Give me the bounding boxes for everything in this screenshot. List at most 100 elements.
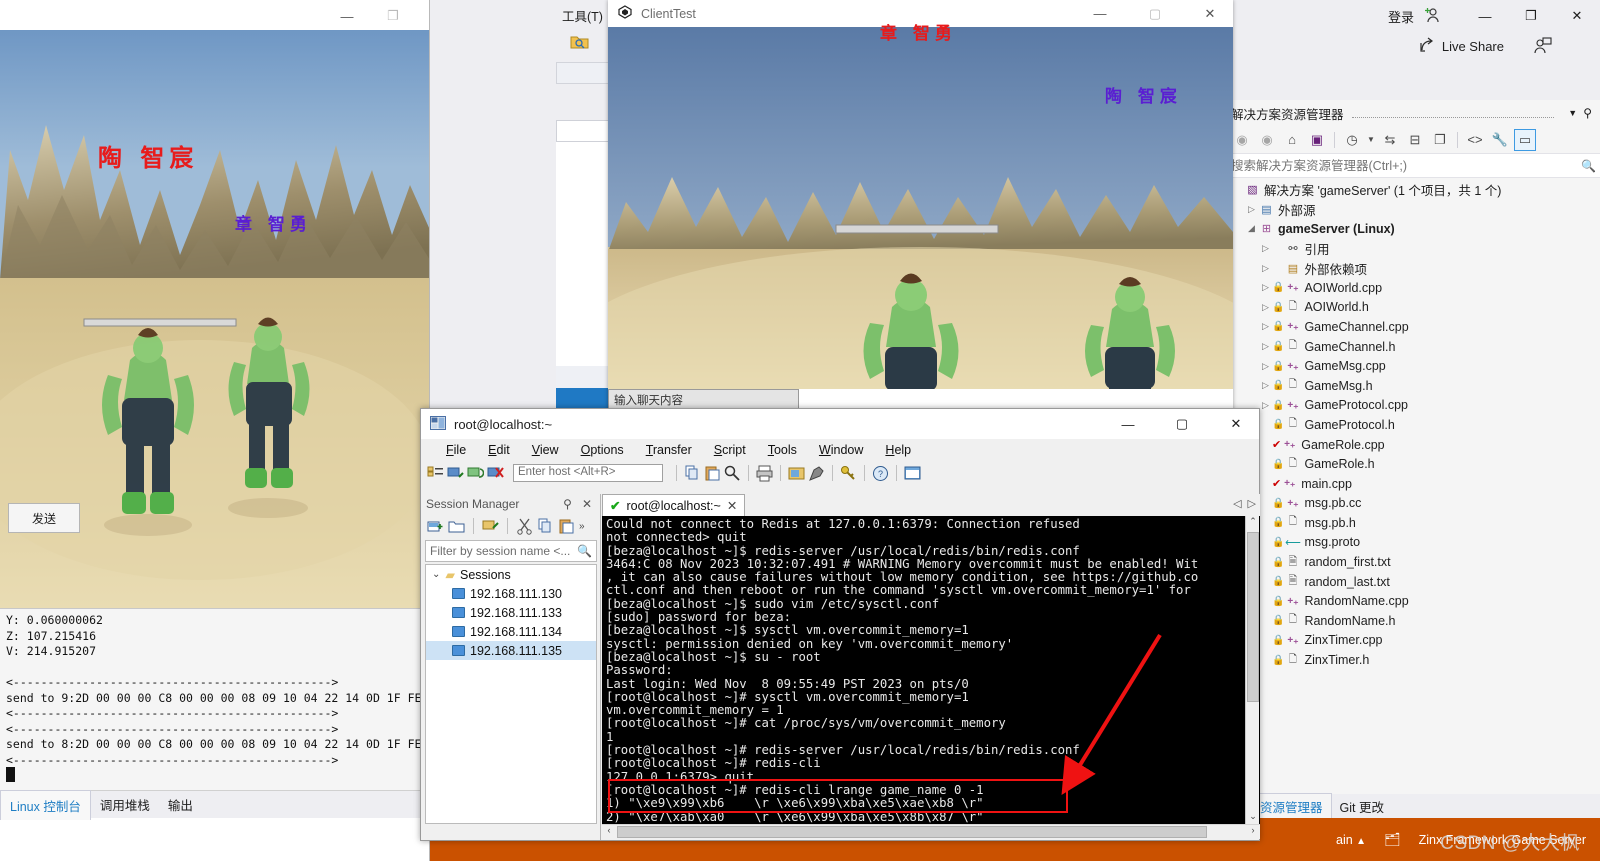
solution-tree-item[interactable]: 🔒 +₊ RandomName.cpp bbox=[1227, 591, 1600, 611]
session-folder-row[interactable]: ⌄ ▰ Sessions bbox=[426, 565, 596, 584]
more-icon[interactable]: » bbox=[579, 521, 585, 532]
solution-tree[interactable]: ▧ 解决方案 'gameServer' (1 个项目，共 1 个) ▷ ▤ 外部源 ◢ ⊞ g… bbox=[1227, 178, 1600, 670]
solution-tree-item[interactable]: ▷ 🔒 +₊ GameProtocol.cpp bbox=[1227, 396, 1600, 416]
scroll-left-icon[interactable]: ‹ bbox=[602, 825, 616, 838]
expand-twisty-icon[interactable]: ▷ bbox=[1259, 361, 1272, 372]
expand-twisty-icon[interactable]: ▷ bbox=[1245, 204, 1258, 215]
solution-tree-item[interactable]: ▷ 🔒 🗋 GameMsg.h bbox=[1227, 376, 1600, 396]
terminal-vertical-scrollbar[interactable]: ⌃ ⌄ bbox=[1245, 516, 1259, 825]
securecrt-menu-bar[interactable]: File Edit View Options Transfer Script Tools Wi… bbox=[421, 439, 1259, 461]
menu-item-options[interactable]: Options bbox=[570, 441, 635, 459]
search-input[interactable] bbox=[1231, 158, 1582, 173]
pin-icon[interactable]: ⚲ bbox=[1583, 106, 1596, 120]
expand-twisty-icon[interactable]: ⌄ bbox=[432, 569, 440, 580]
menu-item-tools[interactable]: Tools bbox=[757, 441, 808, 459]
add-to-source-control-icon[interactable]: 🗂 bbox=[1384, 832, 1401, 848]
open-folder-icon[interactable] bbox=[570, 34, 590, 50]
show-all-files-icon[interactable]: ⇆ bbox=[1379, 129, 1401, 151]
home-icon[interactable]: ⌂ bbox=[1281, 129, 1303, 151]
solution-tree-item[interactable]: ▷ 🔒 🗋 GameChannel.h bbox=[1227, 337, 1600, 357]
host-input[interactable]: Enter host <Alt+R> bbox=[513, 464, 663, 482]
game-close-button[interactable]: ✕ bbox=[416, 0, 429, 32]
solution-tree-item[interactable]: 🔒 +₊ ZinxTimer.cpp bbox=[1227, 631, 1600, 651]
session-list-item[interactable]: 192.168.111.130 bbox=[426, 584, 596, 603]
menu-item-transfer[interactable]: Transfer bbox=[635, 441, 703, 459]
copy-icon[interactable] bbox=[684, 465, 701, 482]
solution-tree-item[interactable]: ▷🔒▤外部依赖项 bbox=[1227, 258, 1600, 278]
solution-tree-item[interactable]: 🔒 🗋 GameRole.h bbox=[1227, 454, 1600, 474]
crt-minimize-button[interactable]: — bbox=[1105, 409, 1151, 439]
send-button[interactable]: 发送 bbox=[8, 503, 80, 533]
left-panel-tab[interactable]: Linux 控制台 bbox=[0, 789, 91, 820]
branch-indicator[interactable]: ain ▲ bbox=[1336, 833, 1366, 847]
chat-input[interactable]: 输入聊天内容 bbox=[608, 389, 799, 409]
help-icon[interactable]: ? bbox=[872, 465, 889, 482]
solution-tree-item[interactable]: 🔒 🗎 random_last.txt bbox=[1227, 572, 1600, 592]
reconnect-icon[interactable] bbox=[467, 465, 485, 482]
find-icon[interactable] bbox=[724, 465, 741, 482]
paste-icon[interactable] bbox=[558, 518, 575, 535]
cut-icon[interactable] bbox=[516, 518, 533, 535]
session-list[interactable]: ⌄ ▰ Sessions 192.168.111.130 192.168.111.133… bbox=[425, 564, 597, 824]
pin-icon[interactable]: ⚲ bbox=[557, 497, 578, 511]
disconnect-icon[interactable] bbox=[487, 465, 504, 482]
menu-item-help[interactable]: Help bbox=[874, 441, 922, 459]
game-minimize-button[interactable]: — bbox=[324, 0, 370, 32]
live-share-button[interactable]: Live Share bbox=[1420, 37, 1504, 56]
expand-twisty-icon[interactable]: ◢ bbox=[1245, 223, 1258, 234]
solution-tree-item[interactable]: ▷ 🔒 🗋 AOIWorld.h bbox=[1227, 298, 1600, 318]
left-panel-tab[interactable]: 调用堆栈 bbox=[91, 790, 159, 819]
crt-maximize-button[interactable]: ▢ bbox=[1159, 409, 1205, 439]
sign-in-button[interactable]: 登录 bbox=[1388, 7, 1414, 26]
session-list-item[interactable]: 192.168.111.134 bbox=[426, 622, 596, 641]
vs-maximize-button[interactable]: ❐ bbox=[1508, 0, 1554, 32]
properties-icon[interactable] bbox=[808, 465, 825, 482]
search-icon[interactable]: 🔍 bbox=[1581, 159, 1596, 173]
crt-close-button[interactable]: ✕ bbox=[1213, 409, 1259, 439]
window-icon[interactable] bbox=[904, 465, 921, 482]
solution-tree-item[interactable]: ▷ ▤ 外部源 bbox=[1227, 200, 1600, 220]
add-user-icon[interactable] bbox=[1422, 6, 1440, 24]
session-list-item[interactable]: 192.168.111.135 bbox=[426, 641, 596, 660]
tab-next-icon[interactable]: ▷ bbox=[1248, 497, 1256, 510]
scroll-up-icon[interactable]: ⌃ bbox=[1247, 516, 1259, 530]
print-icon[interactable] bbox=[756, 465, 773, 482]
vs-bottom-tab-strip[interactable]: 方案资源管理器 Git 更改 bbox=[1226, 793, 1600, 819]
hscrollbar-thumb[interactable] bbox=[617, 826, 1207, 838]
connect-icon[interactable] bbox=[447, 465, 464, 482]
menu-item-window[interactable]: Window bbox=[808, 441, 874, 459]
preview-selected-items-icon[interactable]: ▭ bbox=[1514, 128, 1536, 151]
terminal-tab[interactable]: ✔ root@localhost:~ ✕ bbox=[602, 494, 746, 516]
wrench-icon[interactable]: 🔧 bbox=[1489, 129, 1511, 151]
terminal-output[interactable]: Could not connect to Redis at 127.0.0.1:… bbox=[602, 516, 1260, 825]
solution-tree-item[interactable]: ▧ 解决方案 'gameServer' (1 个项目，共 1 个) bbox=[1227, 180, 1600, 200]
clienttest-minimize-button[interactable]: — bbox=[1077, 0, 1123, 27]
collapse-all-icon[interactable]: ⊟ bbox=[1404, 129, 1426, 151]
new-folder-icon[interactable] bbox=[448, 518, 465, 535]
solution-tree-item[interactable]: 🔒 🗋 msg.pb.h bbox=[1227, 513, 1600, 533]
tools-menu-label[interactable]: 工具(T) bbox=[562, 6, 603, 25]
chevron-down-icon[interactable]: ▼ bbox=[1366, 129, 1376, 151]
left-panel-tab[interactable]: 输出 bbox=[159, 790, 202, 819]
session-manager-icon[interactable] bbox=[427, 465, 444, 482]
solution-tree-item[interactable]: ▷ 🔒 +₊ AOIWorld.cpp bbox=[1227, 278, 1600, 298]
menu-item-script[interactable]: Script bbox=[703, 441, 757, 459]
clienttest-close-button[interactable]: ✕ bbox=[1187, 0, 1233, 27]
expand-twisty-icon[interactable]: ▷ bbox=[1259, 400, 1272, 411]
solution-tree-item[interactable]: 🔒 🗋 RandomName.h bbox=[1227, 611, 1600, 631]
forward-icon[interactable]: ◉ bbox=[1256, 129, 1278, 151]
connect-session-icon[interactable] bbox=[482, 518, 499, 535]
solution-tree-item[interactable]: ✔ +₊ GameRole.cpp bbox=[1227, 435, 1600, 455]
solution-explorer-search[interactable]: 🔍 bbox=[1227, 154, 1600, 178]
solution-tree-item[interactable]: ▷ 🔒 +₊ GameMsg.cpp bbox=[1227, 356, 1600, 376]
key-icon[interactable] bbox=[840, 465, 857, 482]
solution-tree-item[interactable]: 🔒 🗋 ZinxTimer.h bbox=[1227, 650, 1600, 670]
solution-tree-item[interactable]: ▷🔒⚯引用 bbox=[1227, 239, 1600, 259]
solution-tree-item[interactable]: 🔒 +₊ msg.pb.cc bbox=[1227, 494, 1600, 514]
paste-icon[interactable] bbox=[704, 465, 721, 482]
session-manager-toolbar[interactable]: » bbox=[422, 514, 600, 538]
vs-close-button[interactable]: ✕ bbox=[1554, 0, 1600, 32]
securecrt-tab-bar[interactable]: ✔ root@localhost:~ ✕ ◁ ▷ bbox=[602, 494, 1260, 516]
new-session-icon[interactable] bbox=[427, 518, 444, 535]
close-icon[interactable]: ✕ bbox=[578, 497, 596, 511]
